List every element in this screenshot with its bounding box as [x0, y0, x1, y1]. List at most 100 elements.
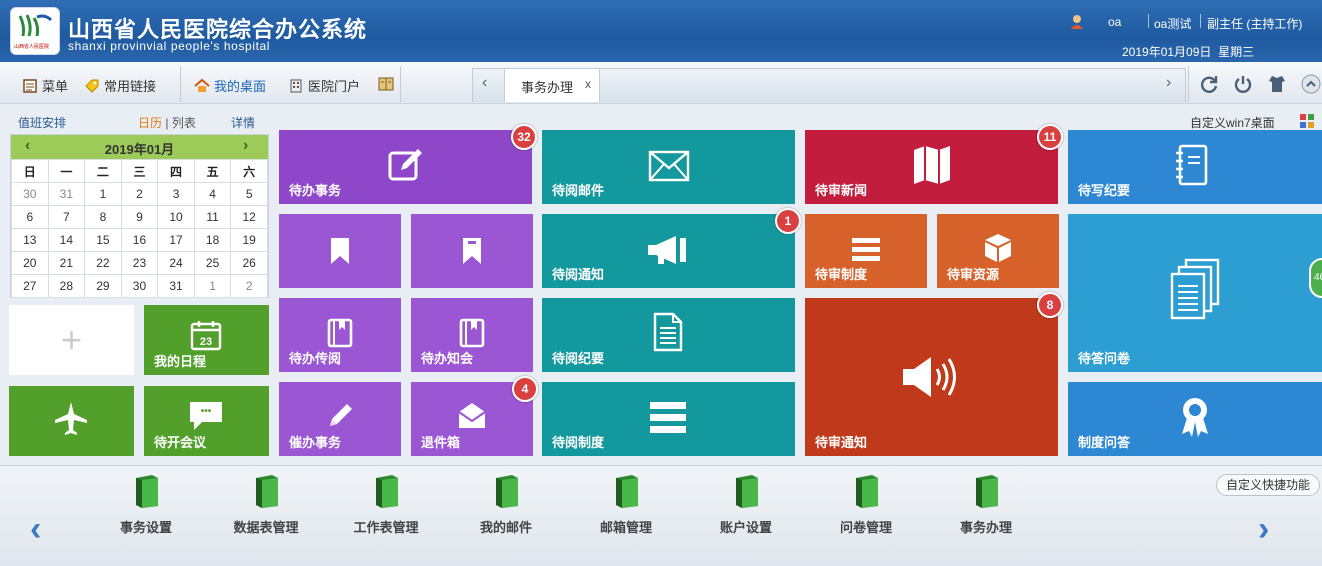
list-view-link[interactable]: 列表: [172, 116, 196, 130]
pending-circulate-tile[interactable]: 待办传阅: [279, 298, 401, 372]
pending-inform-tile[interactable]: 待办知会: [411, 298, 533, 372]
answer-survey-tile[interactable]: 待答问卷: [1068, 214, 1322, 372]
shortcut-my-mail[interactable]: 我的邮件: [461, 474, 551, 536]
calendar-day[interactable]: 2: [230, 274, 268, 298]
calendar-day[interactable]: 18: [193, 228, 232, 252]
calendar-day[interactable]: 4: [193, 182, 232, 206]
calendar-day[interactable]: 26: [230, 251, 268, 275]
calendar-day[interactable]: 12: [230, 205, 268, 229]
calendar-day[interactable]: 6: [11, 205, 49, 229]
calendar-day[interactable]: 22: [84, 251, 122, 275]
calendar-day[interactable]: 1: [193, 274, 232, 298]
calendar-day[interactable]: 29: [84, 274, 122, 298]
calendar-day[interactable]: 9: [120, 205, 159, 229]
unread-mail-tile[interactable]: 待阅邮件: [542, 130, 795, 204]
tab-scroll-left-icon[interactable]: ‹: [482, 74, 487, 92]
tile-grid-icon[interactable]: [1300, 114, 1314, 128]
urge-affairs-tile[interactable]: 催办事务: [279, 382, 401, 456]
calendar-day[interactable]: 28: [47, 274, 86, 298]
weekday-header: 二: [84, 159, 122, 183]
close-icon[interactable]: x: [585, 77, 591, 91]
calendar-day[interactable]: 24: [157, 251, 195, 275]
calendar-day[interactable]: 25: [193, 251, 232, 275]
separator: |: [165, 116, 169, 130]
calendar-day[interactable]: 17: [157, 228, 195, 252]
shortcut-worksheet-manage[interactable]: 工作表管理: [341, 474, 431, 536]
count-badge: 1: [775, 208, 801, 234]
shortcut-affairs-settings[interactable]: 事务设置: [101, 474, 191, 536]
rule-qa-tile[interactable]: 制度问答: [1068, 382, 1322, 456]
unread-minutes-tile[interactable]: 待阅纪要: [542, 298, 795, 372]
calendar-day[interactable]: 20: [11, 251, 49, 275]
calendar-day[interactable]: 3: [157, 182, 195, 206]
calendar-day[interactable]: 27: [11, 274, 49, 298]
review-resources-tile[interactable]: 待审资源: [937, 214, 1059, 288]
tab-scroll-right-icon[interactable]: ›: [1166, 74, 1171, 92]
calendar-day[interactable]: 30: [120, 274, 159, 298]
calendar-day[interactable]: 11: [193, 205, 232, 229]
write-minutes-tile[interactable]: 待写纪要: [1068, 130, 1322, 204]
calendar-day[interactable]: 7: [47, 205, 86, 229]
edit-icon: [388, 149, 422, 181]
user-name[interactable]: oa: [1108, 15, 1121, 29]
calendar-day[interactable]: 15: [84, 228, 122, 252]
side-count-bubble[interactable]: 46: [1309, 258, 1322, 298]
review-notice-tile[interactable]: 待审通知 8: [805, 292, 1063, 456]
chat-dots: •••: [200, 406, 212, 417]
next-month-icon[interactable]: ›: [243, 137, 248, 155]
hospital-portal-button[interactable]: 医院门户: [288, 76, 360, 95]
calendar-day[interactable]: 2: [120, 182, 159, 206]
shortcut-prev-icon[interactable]: ‹: [30, 510, 41, 549]
bookmark-alt-tile[interactable]: [411, 214, 533, 288]
returned-box-tile[interactable]: 退件箱 4: [411, 376, 538, 456]
common-links-button[interactable]: 常用链接: [84, 76, 156, 95]
common-links-label: 常用链接: [104, 79, 157, 94]
calendar-day[interactable]: 1: [84, 182, 122, 206]
calendar-view-link[interactable]: 日历: [138, 116, 162, 130]
calendar-day[interactable]: 8: [84, 205, 122, 229]
duty-detail-link[interactable]: 详情: [231, 114, 255, 131]
calendar-day[interactable]: 23: [120, 251, 159, 275]
my-schedule-tile[interactable]: 23 我的日程: [144, 305, 269, 375]
collapse-up-icon[interactable]: [1300, 73, 1322, 95]
window-switch-icon[interactable]: [378, 76, 394, 92]
calendar-day[interactable]: 5: [230, 182, 268, 206]
bookmark-tile[interactable]: [279, 214, 401, 288]
skin-shirt-icon[interactable]: [1266, 73, 1288, 95]
calendar-day[interactable]: 14: [47, 228, 86, 252]
todo-affairs-tile[interactable]: 待办事务 32: [279, 124, 537, 204]
bookmark-outline-icon: [463, 238, 481, 264]
calendar-day[interactable]: 31: [47, 182, 86, 206]
shortcut-datatable-manage[interactable]: 数据表管理: [221, 474, 311, 536]
calendar-day[interactable]: 13: [11, 228, 49, 252]
unread-rules-tile[interactable]: 待阅制度: [542, 382, 795, 456]
menu-label: 菜单: [42, 79, 69, 94]
my-desktop-button[interactable]: 我的桌面: [194, 76, 266, 95]
menu-button[interactable]: 菜单: [22, 76, 68, 95]
power-icon[interactable]: [1232, 73, 1254, 95]
review-rules-tile[interactable]: 待审制度: [805, 214, 927, 288]
calendar-day[interactable]: 19: [230, 228, 268, 252]
calendar-day[interactable]: 31: [157, 274, 195, 298]
refresh-icon[interactable]: [1198, 73, 1220, 95]
calendar-day[interactable]: 16: [120, 228, 159, 252]
calendar-day[interactable]: 10: [157, 205, 195, 229]
shortcut-label: 事务办理: [959, 520, 1012, 535]
my-desktop-label: 我的桌面: [214, 79, 267, 94]
shortcut-affairs-handle[interactable]: 事务办理: [941, 474, 1031, 536]
calendar-day[interactable]: 30: [11, 182, 49, 206]
tab-affairs[interactable]: 事务办理 x: [504, 68, 600, 102]
shortcut-mailbox-manage[interactable]: 邮箱管理: [581, 474, 671, 536]
shortcut-survey-manage[interactable]: 问卷管理: [821, 474, 911, 536]
pending-meeting-tile[interactable]: ••• 待开会议: [144, 386, 269, 456]
unread-notice-tile[interactable]: 待阅通知 1: [542, 208, 801, 288]
megaphone-icon: [648, 236, 686, 264]
customize-shortcuts-button[interactable]: 自定义快捷功能: [1216, 474, 1320, 496]
add-tile[interactable]: +: [9, 305, 134, 375]
customize-desktop-link[interactable]: 自定义win7桌面: [1190, 114, 1275, 131]
flight-tile[interactable]: [9, 386, 134, 456]
shortcut-account-settings[interactable]: 账户设置: [701, 474, 791, 536]
review-news-tile[interactable]: 待审新闻 11: [805, 124, 1063, 204]
shortcut-next-icon[interactable]: ›: [1258, 510, 1269, 549]
calendar-day[interactable]: 21: [47, 251, 86, 275]
